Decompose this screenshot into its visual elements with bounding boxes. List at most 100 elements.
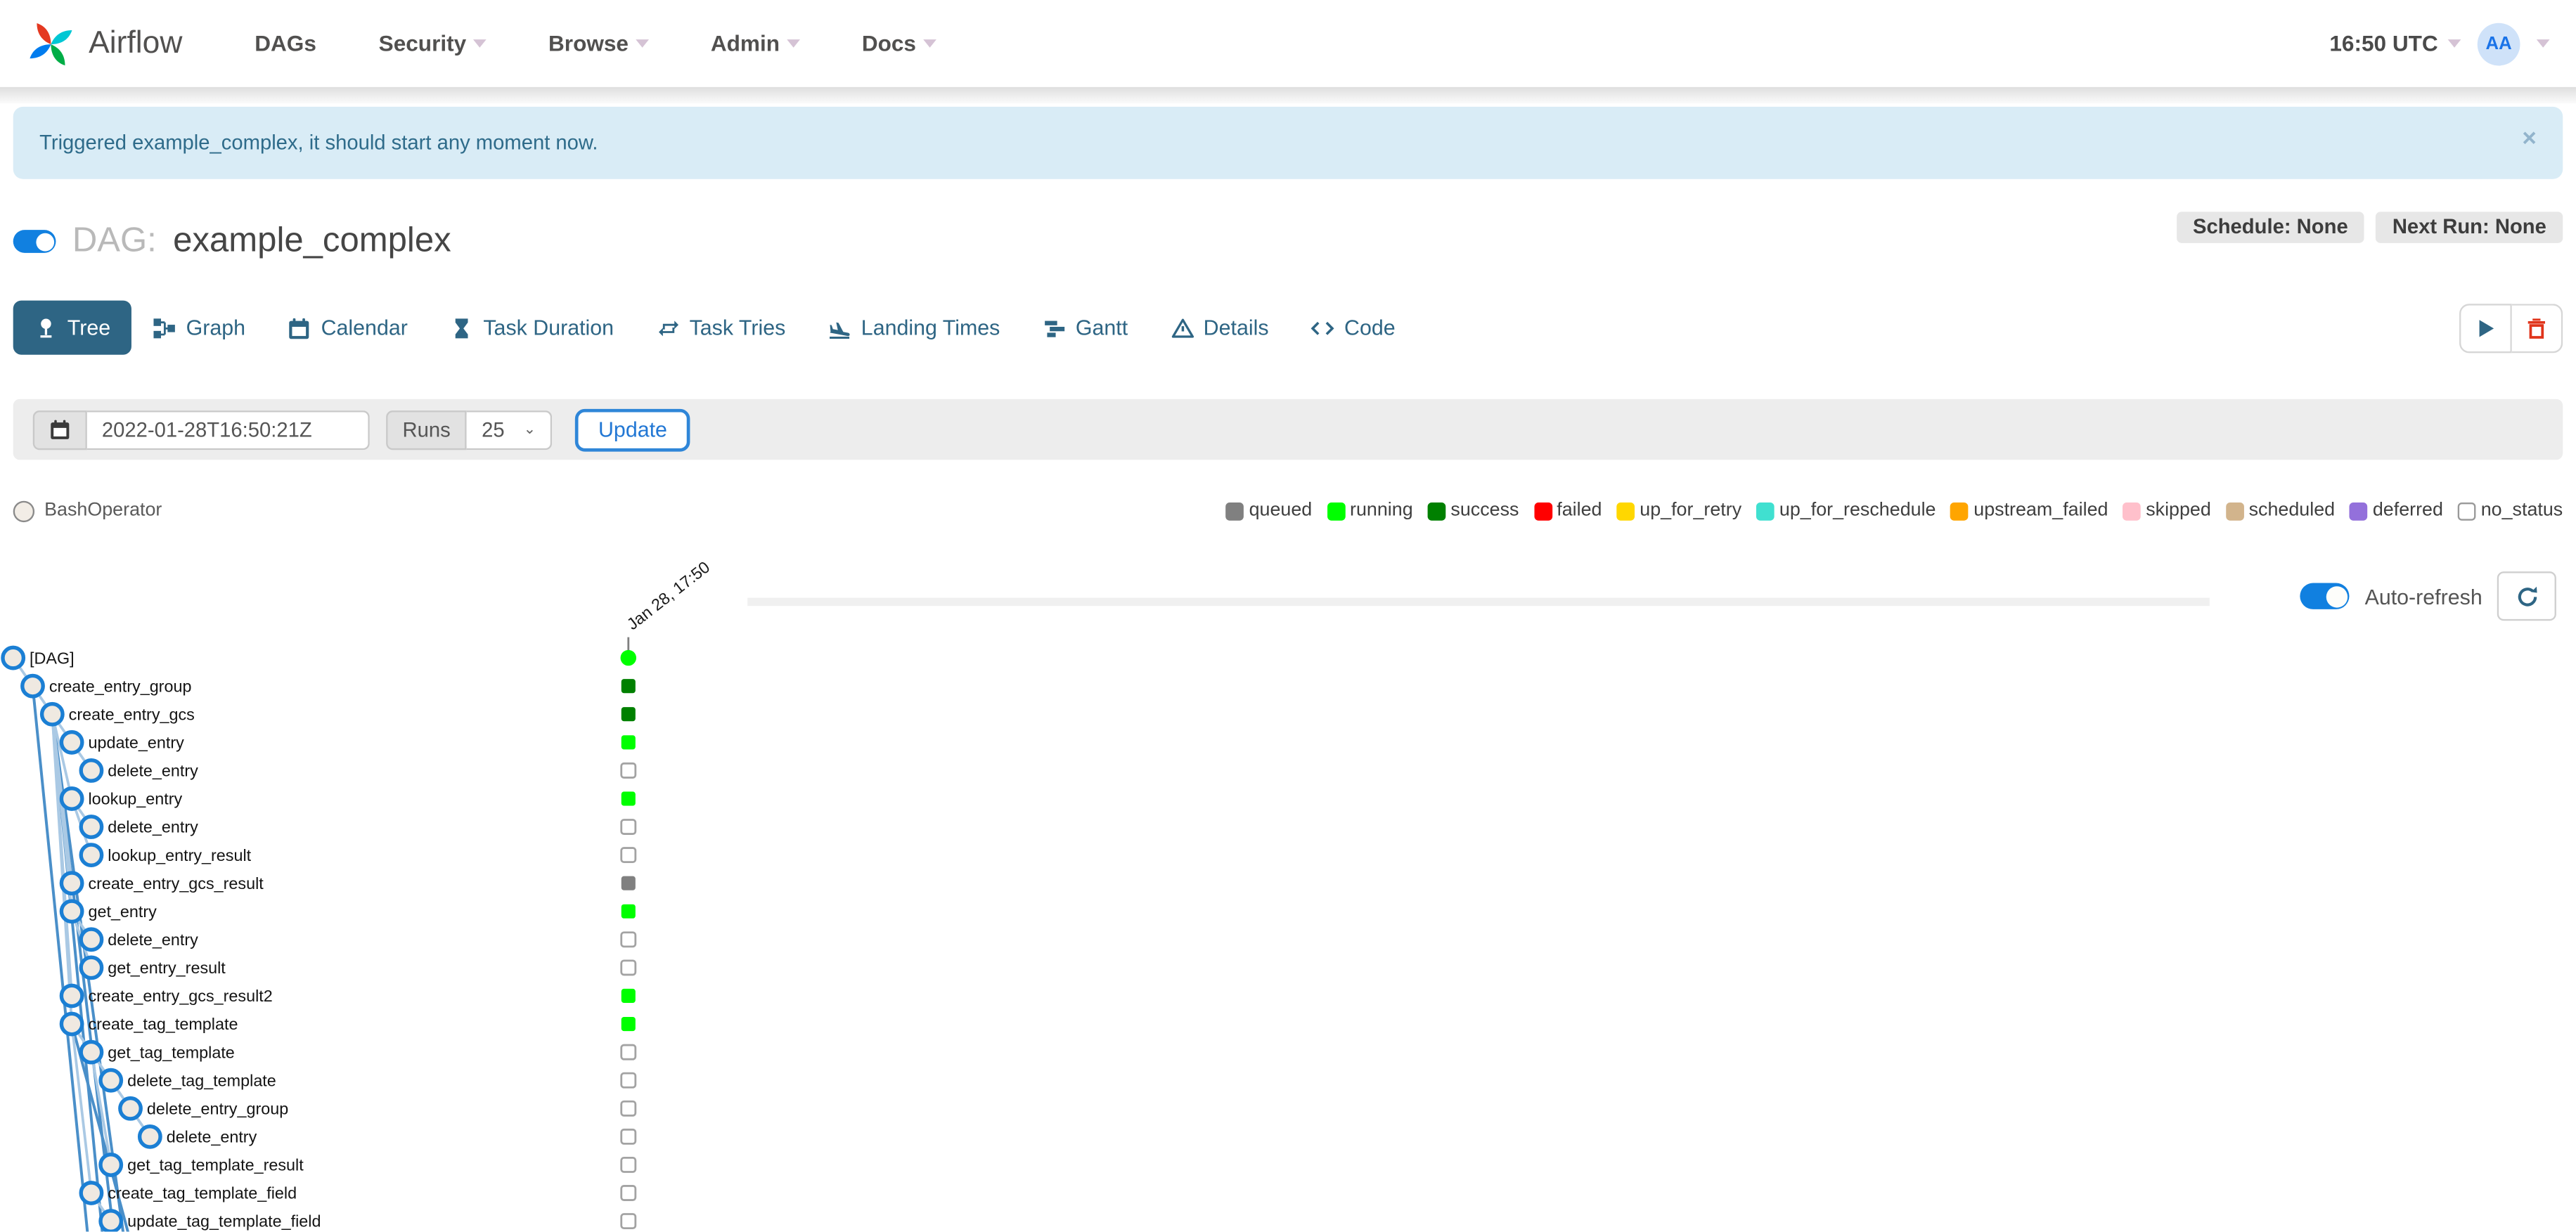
status-label: up_for_reschedule	[1779, 500, 1936, 521]
tab-graph[interactable]: Graph	[132, 301, 267, 355]
task-label[interactable]: create_entry_gcs_result	[88, 874, 264, 893]
task-node[interactable]	[98, 1153, 124, 1177]
tab-gantt[interactable]: Gantt	[1022, 301, 1149, 355]
task-status-square[interactable]	[621, 707, 636, 722]
update-button[interactable]: Update	[575, 408, 690, 451]
task-node[interactable]	[98, 1209, 124, 1232]
task-status-square[interactable]	[620, 1156, 637, 1173]
base-date-input[interactable]	[86, 410, 370, 450]
chevron-down-icon[interactable]	[2536, 39, 2550, 48]
nav-item-admin[interactable]: Admin	[711, 31, 800, 56]
task-label[interactable]: get_entry_result	[108, 959, 226, 977]
task-status-square[interactable]	[621, 988, 636, 1004]
nav-item-security[interactable]: Security	[379, 31, 487, 56]
task-status-square[interactable]	[621, 735, 636, 750]
task-label[interactable]: create_tag_template_field	[108, 1184, 297, 1202]
task-label[interactable]: delete_entry	[108, 931, 198, 949]
task-node[interactable]	[39, 701, 65, 727]
task-node[interactable]	[79, 1039, 104, 1065]
task-label[interactable]: delete_entry	[108, 818, 198, 836]
delete-dag-button[interactable]	[2511, 304, 2563, 354]
close-icon[interactable]: ×	[2522, 127, 2536, 151]
status-swatch-deferred	[2350, 501, 2368, 520]
tab-tree[interactable]: Tree	[13, 300, 132, 355]
task-node[interactable]	[1, 645, 26, 670]
task-node[interactable]	[98, 1068, 124, 1093]
num-runs-select[interactable]: 25 ⌄	[467, 410, 553, 450]
dag-pause-toggle[interactable]	[13, 230, 56, 253]
task-label[interactable]: lookup_entry_result	[108, 846, 251, 864]
task-status-square[interactable]	[620, 819, 637, 835]
task-status-square[interactable]	[621, 791, 636, 806]
task-node[interactable]	[79, 758, 104, 783]
num-runs-value: 25	[482, 417, 505, 441]
task-label[interactable]: create_entry_group	[49, 677, 192, 695]
task-label[interactable]: create_entry_gcs	[69, 705, 195, 723]
task-status-square[interactable]	[620, 762, 637, 779]
tab-calendar[interactable]: Calendar	[266, 301, 429, 355]
task-status-square[interactable]	[621, 679, 636, 694]
airflow-brand[interactable]: Airflow	[26, 19, 182, 68]
nav-item-browse[interactable]: Browse	[548, 31, 649, 56]
nav-item-docs[interactable]: Docs	[862, 31, 936, 56]
tab-code[interactable]: Code	[1290, 301, 1417, 355]
task-node[interactable]	[20, 673, 45, 699]
trigger-dag-button[interactable]	[2459, 304, 2512, 354]
task-node[interactable]	[79, 1181, 104, 1205]
status-label: upstream_failed	[1973, 500, 2108, 521]
task-label[interactable]: create_entry_gcs_result2	[88, 987, 272, 1005]
task-label[interactable]: update_entry	[88, 733, 184, 751]
chevron-down-icon	[472, 39, 487, 48]
task-label[interactable]: [DAG]	[30, 649, 75, 667]
bash-operator-label: BashOperator	[44, 500, 162, 521]
tab-task-tries[interactable]: Task Tries	[635, 301, 806, 355]
task-status-square[interactable]	[620, 1213, 637, 1230]
task-node[interactable]	[59, 871, 84, 896]
alert-message: Triggered example_complex, it should sta…	[39, 131, 598, 155]
tab-task-duration[interactable]: Task Duration	[429, 301, 635, 355]
task-node[interactable]	[79, 815, 104, 839]
tab-label: Task Tries	[689, 315, 786, 340]
task-node[interactable]	[59, 786, 84, 811]
task-node[interactable]	[79, 927, 104, 952]
task-status-square[interactable]	[620, 1044, 637, 1061]
task-label[interactable]: create_tag_template	[88, 1015, 238, 1033]
task-node[interactable]	[118, 1096, 143, 1121]
task-label[interactable]: get_tag_template	[108, 1043, 235, 1061]
task-node[interactable]	[79, 843, 104, 868]
task-label[interactable]: delete_tag_template	[127, 1071, 276, 1089]
task-status-square[interactable]	[621, 904, 636, 919]
task-node[interactable]	[59, 983, 84, 1009]
task-status-square[interactable]	[620, 959, 637, 976]
task-status-square[interactable]	[621, 1017, 636, 1032]
dag-run-status-circle[interactable]	[620, 649, 637, 666]
task-status-square[interactable]	[620, 1185, 637, 1201]
task-node[interactable]	[79, 955, 104, 980]
task-node[interactable]	[137, 1124, 162, 1149]
task-label[interactable]: lookup_entry	[88, 790, 182, 808]
nav-item-dags[interactable]: DAGs	[255, 31, 316, 56]
tab-label: Code	[1344, 315, 1396, 340]
task-label[interactable]: delete_entry	[167, 1128, 257, 1146]
task-label[interactable]: delete_entry	[108, 762, 198, 780]
status-legend-item-queued: queued	[1225, 501, 1312, 521]
task-label[interactable]: update_tag_template_field	[127, 1212, 321, 1231]
avatar[interactable]: AA	[2477, 22, 2520, 65]
task-status-square[interactable]	[620, 1072, 637, 1089]
task-status-square[interactable]	[621, 876, 636, 890]
task-node[interactable]	[59, 1011, 84, 1037]
clock-menu[interactable]: 16:50 UTC	[2329, 31, 2461, 56]
status-swatch-up_for_retry	[1616, 501, 1635, 520]
task-status-square[interactable]	[620, 1100, 637, 1117]
tab-landing-times[interactable]: Landing Times	[807, 301, 1022, 355]
task-node[interactable]	[59, 899, 84, 924]
tab-details[interactable]: Details	[1149, 301, 1290, 355]
task-status-square[interactable]	[620, 847, 637, 864]
task-label[interactable]: get_entry	[88, 902, 157, 921]
task-node[interactable]	[59, 730, 84, 755]
task-status-square[interactable]	[620, 931, 637, 948]
task-label[interactable]: delete_entry_group	[147, 1099, 288, 1117]
calendar-addon	[32, 410, 87, 450]
task-label[interactable]: get_tag_template_result	[127, 1156, 304, 1174]
task-status-square[interactable]	[620, 1128, 637, 1145]
